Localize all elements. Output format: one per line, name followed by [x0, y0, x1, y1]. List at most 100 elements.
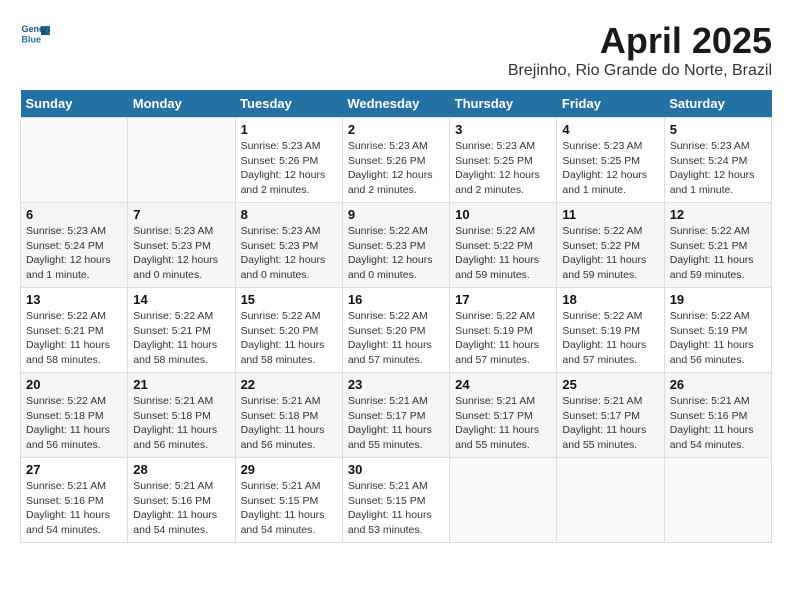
- day-number: 1: [241, 122, 337, 137]
- day-info: Sunrise: 5:22 AM Sunset: 5:19 PM Dayligh…: [670, 309, 766, 368]
- day-info: Sunrise: 5:21 AM Sunset: 5:17 PM Dayligh…: [455, 394, 551, 453]
- calendar-day-cell: 3 Sunrise: 5:23 AM Sunset: 5:25 PM Daylig…: [450, 118, 557, 203]
- calendar-day-cell: 11 Sunrise: 5:22 AM Sunset: 5:22 PM Dayli…: [557, 203, 664, 288]
- day-info: Sunrise: 5:22 AM Sunset: 5:19 PM Dayligh…: [455, 309, 551, 368]
- day-number: 9: [348, 207, 444, 222]
- day-info: Sunrise: 5:21 AM Sunset: 5:15 PM Dayligh…: [241, 479, 337, 538]
- calendar-day-cell: 25 Sunrise: 5:21 AM Sunset: 5:17 PM Dayli…: [557, 373, 664, 458]
- calendar-day-cell: 1Sunrise: 5:23 AM Sunset: 5:26 PM Daylig…: [235, 118, 342, 203]
- day-info: Sunrise: 5:23 AM Sunset: 5:24 PM Dayligh…: [26, 224, 122, 283]
- day-number: 13: [26, 292, 122, 307]
- day-number: 4: [562, 122, 658, 137]
- day-info: Sunrise: 5:22 AM Sunset: 5:22 PM Dayligh…: [562, 224, 658, 283]
- day-number: 6: [26, 207, 122, 222]
- calendar-day-cell: 29 Sunrise: 5:21 AM Sunset: 5:15 PM Dayli…: [235, 458, 342, 543]
- calendar-week-row: 13 Sunrise: 5:22 AM Sunset: 5:21 PM Dayli…: [21, 288, 772, 373]
- weekday-header: Saturday: [664, 90, 771, 118]
- weekday-header: Friday: [557, 90, 664, 118]
- calendar-day-cell: 10 Sunrise: 5:22 AM Sunset: 5:22 PM Dayli…: [450, 203, 557, 288]
- weekday-header: Sunday: [21, 90, 128, 118]
- day-number: 18: [562, 292, 658, 307]
- day-number: 28: [133, 462, 229, 477]
- day-number: 24: [455, 377, 551, 392]
- day-number: 3: [455, 122, 551, 137]
- day-number: 15: [241, 292, 337, 307]
- day-info: Sunrise: 5:21 AM Sunset: 5:16 PM Dayligh…: [133, 479, 229, 538]
- day-info: Sunrise: 5:23 AM Sunset: 5:24 PM Dayligh…: [670, 139, 766, 198]
- day-number: 30: [348, 462, 444, 477]
- calendar-day-cell: 27 Sunrise: 5:21 AM Sunset: 5:16 PM Dayli…: [21, 458, 128, 543]
- day-info: Sunrise: 5:22 AM Sunset: 5:21 PM Dayligh…: [670, 224, 766, 283]
- day-number: 25: [562, 377, 658, 392]
- calendar-week-row: 20 Sunrise: 5:22 AM Sunset: 5:18 PM Dayli…: [21, 373, 772, 458]
- calendar-day-cell: 14Sunrise: 5:22 AM Sunset: 5:21 PM Dayli…: [128, 288, 235, 373]
- day-info: Sunrise: 5:22 AM Sunset: 5:19 PM Dayligh…: [562, 309, 658, 368]
- calendar-day-cell: 12 Sunrise: 5:22 AM Sunset: 5:21 PM Dayli…: [664, 203, 771, 288]
- day-info: Sunrise: 5:21 AM Sunset: 5:15 PM Dayligh…: [348, 479, 444, 538]
- weekday-header: Wednesday: [342, 90, 449, 118]
- day-info: Sunrise: 5:23 AM Sunset: 5:25 PM Dayligh…: [455, 139, 551, 198]
- calendar-day-cell: 26 Sunrise: 5:21 AM Sunset: 5:16 PM Dayli…: [664, 373, 771, 458]
- calendar-day-cell: 16Sunrise: 5:22 AM Sunset: 5:20 PM Dayli…: [342, 288, 449, 373]
- calendar-day-cell: [21, 118, 128, 203]
- logo: General Blue: [20, 20, 54, 50]
- calendar-day-cell: [450, 458, 557, 543]
- day-info: Sunrise: 5:22 AM Sunset: 5:20 PM Dayligh…: [241, 309, 337, 368]
- day-number: 29: [241, 462, 337, 477]
- day-number: 11: [562, 207, 658, 222]
- day-number: 22: [241, 377, 337, 392]
- day-number: 8: [241, 207, 337, 222]
- calendar-day-cell: 17 Sunrise: 5:22 AM Sunset: 5:19 PM Dayli…: [450, 288, 557, 373]
- day-number: 5: [670, 122, 766, 137]
- calendar-day-cell: 6 Sunrise: 5:23 AM Sunset: 5:24 PM Daylig…: [21, 203, 128, 288]
- day-number: 21: [133, 377, 229, 392]
- calendar-day-cell: 15 Sunrise: 5:22 AM Sunset: 5:20 PM Dayli…: [235, 288, 342, 373]
- day-info: Sunrise: 5:21 AM Sunset: 5:17 PM Dayligh…: [562, 394, 658, 453]
- calendar-day-cell: [557, 458, 664, 543]
- svg-text:General: General: [22, 24, 51, 34]
- weekday-header: Monday: [128, 90, 235, 118]
- day-number: 10: [455, 207, 551, 222]
- calendar-week-row: 6 Sunrise: 5:23 AM Sunset: 5:24 PM Daylig…: [21, 203, 772, 288]
- day-info: Sunrise: 5:21 AM Sunset: 5:16 PM Dayligh…: [26, 479, 122, 538]
- month-title: April 2025: [508, 20, 772, 62]
- location: Brejinho, Rio Grande do Norte, Brazil: [508, 62, 772, 80]
- calendar-day-cell: 24 Sunrise: 5:21 AM Sunset: 5:17 PM Dayli…: [450, 373, 557, 458]
- calendar-day-cell: 30 Sunrise: 5:21 AM Sunset: 5:15 PM Dayli…: [342, 458, 449, 543]
- day-info: Sunrise: 5:21 AM Sunset: 5:18 PM Dayligh…: [241, 394, 337, 453]
- calendar-week-row: 1 Sunrise: 5:23 AM Sunset: 5:26 PM Daylig…: [21, 118, 772, 203]
- calendar-table: SundayMondayTuesdayWednesdayThursdayFrid…: [20, 90, 772, 543]
- logo-icon: General Blue: [20, 20, 50, 50]
- day-number: 27: [26, 462, 122, 477]
- day-info: Sunrise: 5:21 AM Sunset: 5:18 PM Dayligh…: [133, 394, 229, 453]
- day-info: Sunrise: 5:23 AM Sunset: 5:23 PM Dayligh…: [241, 224, 337, 283]
- calendar-day-cell: [664, 458, 771, 543]
- svg-text:Blue: Blue: [22, 35, 42, 45]
- calendar-day-cell: 8 Sunrise: 5:23 AM Sunset: 5:23 PM Daylig…: [235, 203, 342, 288]
- day-number: 26: [670, 377, 766, 392]
- day-info: Sunrise: 5:23 AM Sunset: 5:23 PM Dayligh…: [133, 224, 229, 283]
- day-number: 20: [26, 377, 122, 392]
- calendar-day-cell: 22 Sunrise: 5:21 AM Sunset: 5:18 PM Dayli…: [235, 373, 342, 458]
- day-number: 19: [670, 292, 766, 307]
- day-info: Sunrise: 5:22 AM Sunset: 5:21 PM Dayligh…: [26, 309, 122, 368]
- weekday-header: Tuesday: [235, 90, 342, 118]
- day-info: Sunrise: 5:21 AM Sunset: 5:17 PM Dayligh…: [348, 394, 444, 453]
- day-info: Sunrise: 5:21 AM Sunset: 5:16 PM Dayligh…: [670, 394, 766, 453]
- day-number: 12: [670, 207, 766, 222]
- day-info: Sunrise: 5:22 AM Sunset: 5:22 PM Dayligh…: [455, 224, 551, 283]
- calendar-day-cell: 23 Sunrise: 5:21 AM Sunset: 5:17 PM Dayli…: [342, 373, 449, 458]
- day-info: Sunrise: 5:22 AM Sunset: 5:18 PM Dayligh…: [26, 394, 122, 453]
- weekday-header: Thursday: [450, 90, 557, 118]
- calendar-day-cell: 18 Sunrise: 5:22 AM Sunset: 5:19 PM Dayli…: [557, 288, 664, 373]
- calendar-day-cell: 28 Sunrise: 5:21 AM Sunset: 5:16 PM Dayli…: [128, 458, 235, 543]
- title-area: April 2025 Brejinho, Rio Grande do Norte…: [508, 20, 772, 80]
- day-info: Sunrise: 5:23 AM Sunset: 5:26 PM Dayligh…: [348, 139, 444, 198]
- day-number: 23: [348, 377, 444, 392]
- day-number: 7: [133, 207, 229, 222]
- day-number: 17: [455, 292, 551, 307]
- day-info: Sunrise: 5:23 AM Sunset: 5:25 PM Dayligh…: [562, 139, 658, 198]
- calendar-day-cell: 19 Sunrise: 5:22 AM Sunset: 5:19 PM Dayli…: [664, 288, 771, 373]
- calendar-day-cell: 21 Sunrise: 5:21 AM Sunset: 5:18 PM Dayli…: [128, 373, 235, 458]
- day-info: Sunrise: 5:22 AM Sunset: 5:20 PM Dayligh…: [348, 309, 444, 368]
